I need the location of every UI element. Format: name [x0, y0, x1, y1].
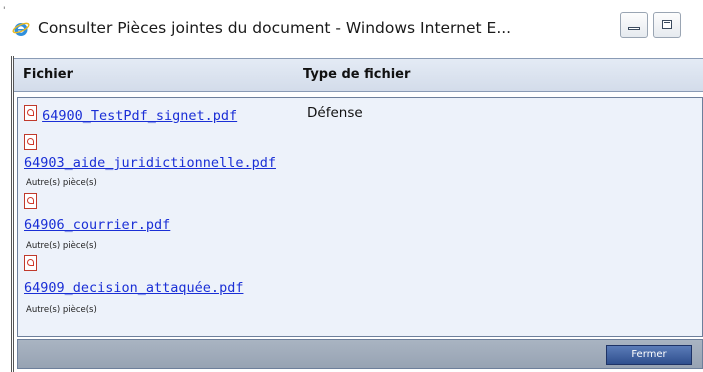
column-header-file: Fichier — [23, 67, 73, 82]
file-link[interactable]: 64906_courrier.pdf — [24, 217, 170, 233]
list-item — [24, 193, 37, 212]
dialog-footer: Fermer — [17, 339, 703, 369]
attachments-dialog: Fichier Type de fichier 64900_TestPdf_si… — [11, 56, 703, 372]
list-item — [24, 134, 37, 153]
file-type: Autre(s) pièce(s) — [26, 241, 97, 251]
minimize-icon — [628, 27, 640, 30]
internet-explorer-icon — [12, 22, 30, 36]
table-header: Fichier Type de fichier — [14, 58, 703, 92]
file-link[interactable]: 64909_decision_attaquée.pdf — [24, 280, 243, 296]
list-item — [24, 255, 37, 274]
close-button[interactable]: Fermer — [606, 345, 692, 365]
file-type: Autre(s) pièce(s) — [26, 305, 97, 315]
list-item: 64900_TestPdf_signet.pdf — [24, 105, 237, 124]
file-type: Défense — [307, 105, 363, 121]
column-header-type: Type de fichier — [303, 67, 411, 82]
attachments-list: 64900_TestPdf_signet.pdf Défense 64903_a… — [17, 97, 703, 337]
pdf-icon — [24, 134, 37, 150]
maximize-button[interactable] — [653, 12, 681, 38]
edge-mark: ' — [3, 6, 6, 16]
file-type: Autre(s) pièce(s) — [26, 178, 97, 188]
window-titlebar: ' Consulter Pièces jointes du document -… — [0, 0, 703, 52]
pdf-icon — [24, 255, 37, 271]
maximize-icon — [662, 20, 672, 29]
pdf-icon — [24, 105, 37, 121]
pdf-icon — [24, 193, 37, 209]
minimize-button[interactable] — [620, 12, 648, 38]
window-title: Consulter Pièces jointes du document - W… — [38, 19, 512, 37]
file-link[interactable]: 64900_TestPdf_signet.pdf — [42, 108, 237, 124]
file-link[interactable]: 64903_aide_juridictionnelle.pdf — [24, 155, 276, 171]
